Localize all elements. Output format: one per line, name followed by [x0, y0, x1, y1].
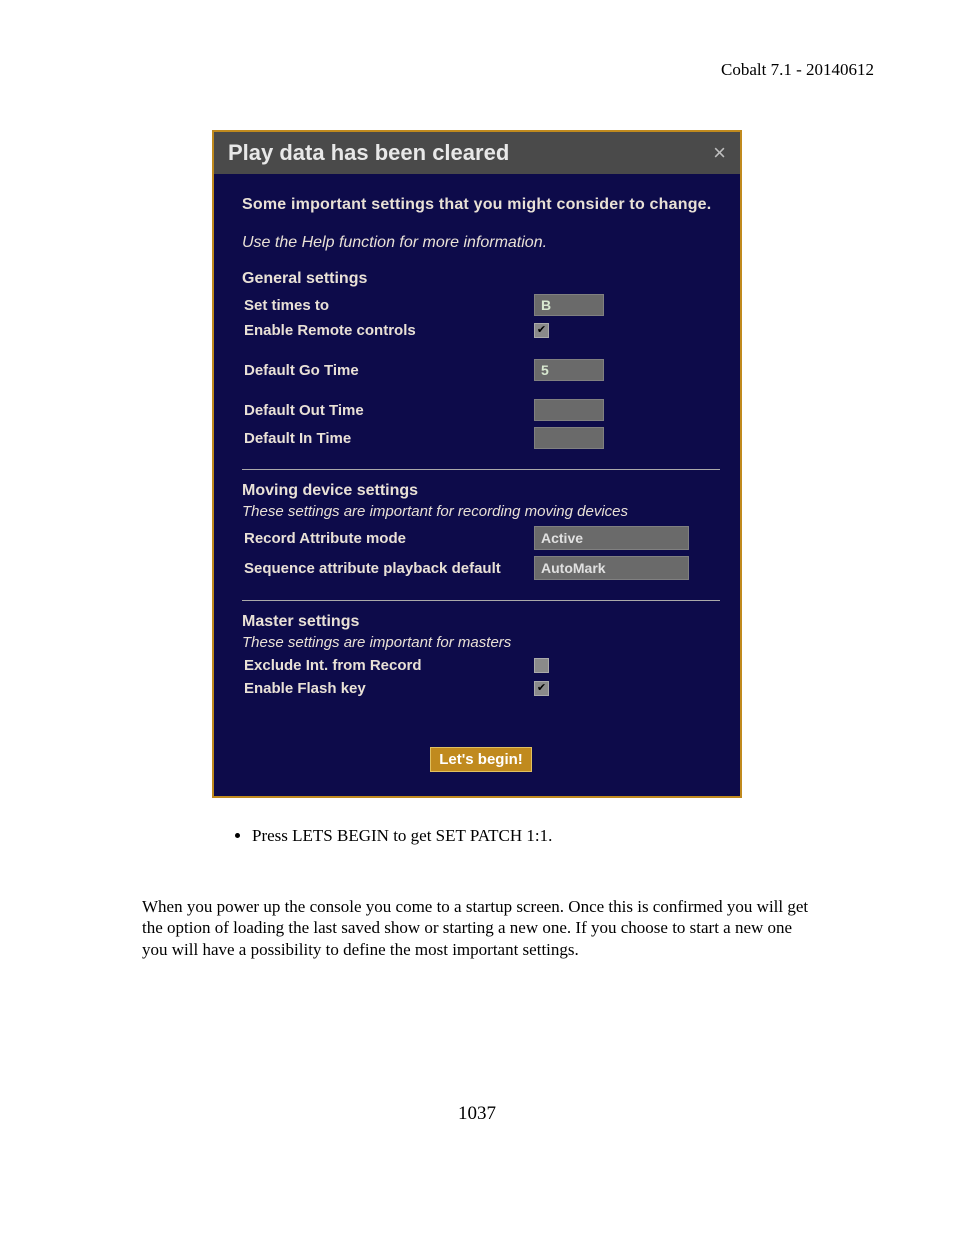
row-record-attr: Record Attribute mode Active: [242, 526, 720, 550]
enable-remote-checkbox[interactable]: [534, 323, 549, 338]
page-number: 1037: [0, 1103, 954, 1125]
body-paragraph: When you power up the console you come t…: [142, 896, 812, 960]
default-in-field[interactable]: [534, 427, 604, 449]
default-go-field[interactable]: 5: [534, 359, 604, 381]
master-title: Master settings: [242, 613, 720, 631]
enable-flash-label: Enable Flash key: [242, 680, 534, 697]
enable-flash-checkbox[interactable]: [534, 681, 549, 696]
set-times-field[interactable]: B: [534, 294, 604, 316]
default-out-field[interactable]: [534, 399, 604, 421]
begin-wrap: Let's begin!: [242, 747, 720, 772]
lets-begin-button[interactable]: Let's begin!: [430, 747, 532, 772]
moving-note: These settings are important for recordi…: [242, 503, 720, 520]
intro-bold: Some important settings that you might c…: [242, 196, 720, 214]
default-in-label: Default In Time: [242, 430, 534, 447]
row-default-in: Default In Time: [242, 427, 720, 449]
dialog-body: Some important settings that you might c…: [214, 174, 740, 796]
exclude-int-checkbox[interactable]: [534, 658, 549, 673]
seq-playback-field[interactable]: AutoMark: [534, 556, 689, 580]
row-exclude-int: Exclude Int. from Record: [242, 657, 720, 674]
dialog-title: Play data has been cleared: [228, 140, 509, 166]
default-out-label: Default Out Time: [242, 402, 534, 419]
set-times-label: Set times to: [242, 297, 534, 314]
record-attr-field[interactable]: Active: [534, 526, 689, 550]
moving-section: Moving device settings These settings ar…: [242, 469, 720, 580]
intro-italic: Use the Help function for more informati…: [242, 234, 720, 252]
bullet-item: Press LETS BEGIN to get SET PATCH 1:1.: [252, 826, 742, 846]
close-icon[interactable]: ×: [709, 140, 730, 166]
general-section: General settings Set times to B Enable R…: [242, 270, 720, 449]
row-default-go: Default Go Time 5: [242, 359, 720, 381]
master-note: These settings are important for masters: [242, 634, 720, 651]
row-seq-playback: Sequence attribute playback default Auto…: [242, 556, 720, 580]
general-title: General settings: [242, 270, 720, 288]
record-attr-label: Record Attribute mode: [242, 530, 534, 547]
settings-dialog: Play data has been cleared × Some import…: [212, 130, 742, 798]
doc-version: Cobalt 7.1 - 20140612: [80, 60, 874, 80]
row-default-out: Default Out Time: [242, 399, 720, 421]
default-go-label: Default Go Time: [242, 362, 534, 379]
bullet-block: Press LETS BEGIN to get SET PATCH 1:1.: [212, 826, 742, 846]
row-set-times: Set times to B: [242, 294, 720, 316]
seq-playback-label: Sequence attribute playback default: [242, 560, 534, 577]
row-enable-remote: Enable Remote controls: [242, 322, 720, 339]
exclude-int-label: Exclude Int. from Record: [242, 657, 534, 674]
row-enable-flash: Enable Flash key: [242, 680, 720, 697]
moving-title: Moving device settings: [242, 482, 720, 500]
enable-remote-label: Enable Remote controls: [242, 322, 534, 339]
dialog-titlebar: Play data has been cleared ×: [214, 132, 740, 174]
master-section: Master settings These settings are impor…: [242, 600, 720, 697]
